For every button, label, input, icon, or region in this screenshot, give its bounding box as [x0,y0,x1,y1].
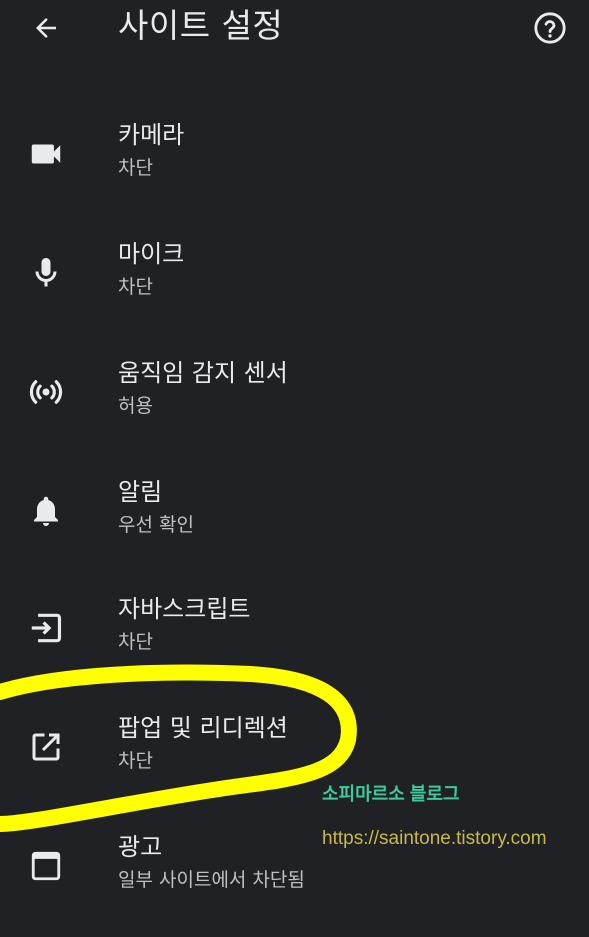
setting-camera[interactable]: 카메라 차단 [0,102,589,206]
open-in-new-icon [32,733,60,761]
setting-popups-redirects[interactable]: 팝업 및 리디렉션 차단 [0,695,589,799]
setting-status: 차단 [118,631,153,653]
setting-ads[interactable]: 광고 일부 사이트에서 차단됨 [0,814,589,918]
setting-title: 알림 [118,478,163,506]
setting-javascript[interactable]: 자바스크립트 차단 [0,576,589,680]
ads-window-icon [31,851,61,881]
setting-title: 팝업 및 리디렉션 [118,714,288,742]
javascript-input-icon [31,613,62,643]
setting-status: 차단 [118,157,153,179]
setting-status: 일부 사이트에서 차단됨 [118,869,305,891]
settings-list: 카메라 차단 마이크 차단 움직임 감지 센서 허용 알림 우선 확인 자바스크… [0,0,589,937]
setting-status: 차단 [118,276,153,298]
setting-status: 차단 [118,750,153,772]
setting-title: 광고 [118,833,163,861]
bell-icon [34,496,58,526]
setting-motion-sensors[interactable]: 움직임 감지 센서 허용 [0,340,589,444]
setting-title: 마이크 [118,240,185,268]
setting-title: 카메라 [118,121,185,149]
setting-status: 허용 [118,395,153,417]
setting-microphone[interactable]: 마이크 차단 [0,221,589,325]
mic-icon [35,258,57,287]
sensors-icon [29,380,63,404]
setting-status: 우선 확인 [118,514,194,536]
setting-title: 움직임 감지 센서 [118,359,288,387]
setting-title: 자바스크립트 [118,595,251,623]
setting-notifications[interactable]: 알림 우선 확인 [0,459,589,563]
videocam-icon [31,144,61,164]
